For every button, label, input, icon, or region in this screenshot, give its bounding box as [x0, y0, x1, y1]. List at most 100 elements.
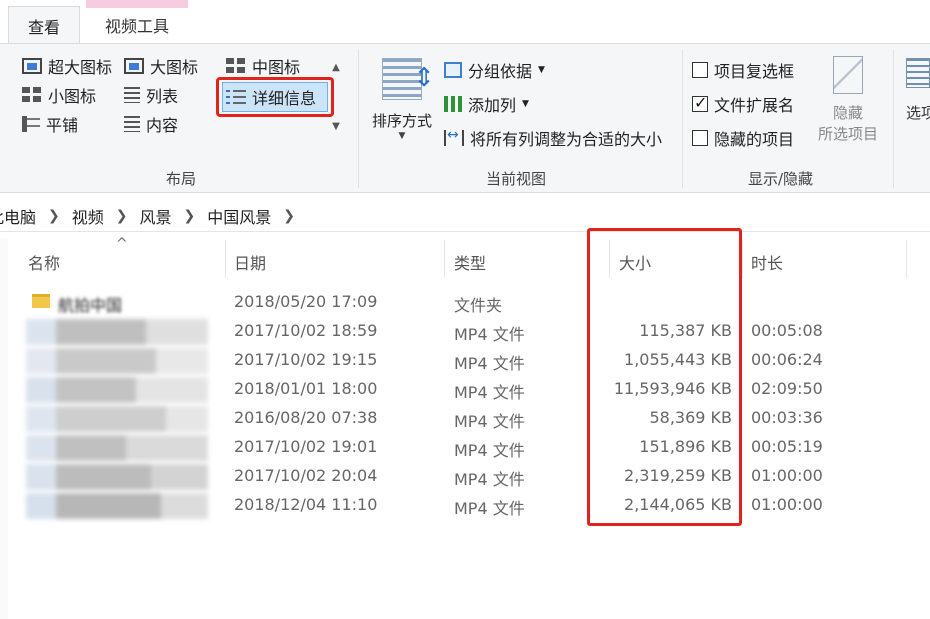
blurred-file-name [26, 377, 208, 403]
group-divider [893, 50, 894, 188]
item-checkboxes-toggle[interactable]: 项目复选框 [692, 58, 794, 82]
list-item[interactable]: 2017/10/02 19:01 MP4 文件 151,896 KB 00:05… [0, 433, 930, 462]
file-duration: 01:00:00 [751, 466, 823, 485]
extra-large-icons-icon [22, 58, 42, 74]
checkbox-icon[interactable] [692, 130, 708, 146]
file-type: MP4 文件 [454, 441, 525, 460]
layout-small-icons[interactable]: 小图标 [22, 83, 96, 107]
file-type: MP4 文件 [454, 499, 525, 518]
large-icons-icon [124, 58, 144, 74]
list-item[interactable]: 2017/10/02 19:15 MP4 文件 1,055,443 KB 00:… [0, 346, 930, 375]
file-duration: 00:03:36 [751, 408, 823, 427]
blurred-file-name [26, 348, 208, 374]
column-divider[interactable] [742, 240, 743, 278]
file-date: 2017/10/02 18:59 [234, 321, 378, 340]
breadcrumb-china-landscape[interactable]: 中国风景 [207, 204, 271, 228]
hidden-items-toggle[interactable]: 隐藏的项目 [692, 126, 794, 150]
options-icon [906, 58, 930, 88]
tiles-icon [22, 116, 40, 132]
file-duration: 00:05:19 [751, 437, 823, 456]
chevron-right-icon[interactable]: ❯ [184, 208, 196, 224]
layout-list[interactable]: 列表 [124, 83, 178, 107]
chevron-right-icon[interactable]: ❯ [48, 208, 60, 224]
column-header-duration[interactable]: 时长 [751, 250, 783, 274]
file-extensions-toggle[interactable]: 文件扩展名 [692, 92, 794, 116]
blurred-file-name [26, 493, 208, 519]
file-type: MP4 文件 [454, 354, 525, 373]
file-date: 2016/08/20 07:38 [234, 408, 378, 427]
chevron-up-icon[interactable]: ▲ [332, 62, 340, 73]
group-by-button[interactable]: 分组依据 ▼ [444, 58, 545, 82]
file-date: 2017/10/02 19:01 [234, 437, 378, 456]
file-type: MP4 文件 [454, 325, 525, 344]
column-divider[interactable] [906, 240, 907, 278]
breadcrumb-this-pc[interactable]: 此电脑 [0, 204, 36, 228]
options-label: 选项 [906, 104, 930, 122]
options-button[interactable]: 选项 [906, 58, 930, 123]
layout-item-label: 平铺 [46, 116, 79, 135]
layout-gallery-scroll[interactable]: ▲ ▼ [328, 62, 344, 132]
blurred-file-name [26, 406, 208, 432]
small-icons-icon [22, 87, 42, 103]
sort-by-label: 排序方式 [371, 112, 432, 130]
hidden-items-label: 隐藏的项目 [714, 130, 795, 149]
layout-large-icons[interactable]: 大图标 [124, 54, 198, 78]
chevron-right-icon[interactable]: ❯ [283, 208, 295, 224]
size-all-columns-button[interactable]: 将所有列调整为合适的大小 [444, 126, 662, 150]
hide-selected-icon [833, 56, 863, 94]
hide-selected-label-2: 所选项目 [817, 125, 878, 143]
tab-view[interactable]: 查看 [8, 6, 80, 44]
column-header-date[interactable]: 日期 [234, 250, 266, 274]
layout-item-label: 超大图标 [48, 58, 113, 77]
sort-ascending-icon: ^ [116, 236, 128, 252]
hide-selected-label: 隐藏 [832, 104, 863, 122]
file-name: 航拍中国 [58, 296, 123, 315]
layout-extra-large-icons[interactable]: 超大图标 [22, 54, 112, 78]
checkbox-checked-icon[interactable] [692, 93, 708, 112]
layout-item-label: 内容 [146, 116, 179, 135]
blurred-file-name [26, 319, 208, 345]
file-type: MP4 文件 [454, 412, 525, 431]
column-divider[interactable] [225, 240, 226, 278]
blurred-file-name [26, 435, 208, 461]
column-divider[interactable] [444, 240, 445, 278]
size-all-columns-label: 将所有列调整为合适的大小 [470, 130, 663, 149]
sort-by-button[interactable]: 排序方式 ▼ [366, 54, 438, 164]
hide-selected-button[interactable]: 隐藏 所选项目 [812, 56, 884, 144]
list-item[interactable]: 2018/01/01 18:00 MP4 文件 11,593,946 KB 02… [0, 375, 930, 404]
file-duration: 00:06:24 [751, 350, 823, 369]
group-divider [358, 50, 359, 188]
list-item[interactable]: 2018/12/04 11:10 MP4 文件 2,144,065 KB 01:… [0, 491, 930, 520]
chevron-down-icon[interactable]: ▼ [332, 121, 340, 132]
item-checkboxes-label: 项目复选框 [714, 62, 795, 81]
list-item[interactable]: 2017/10/02 20:04 MP4 文件 2,319,259 KB 01:… [0, 462, 930, 491]
column-header-name[interactable]: 名称 [28, 250, 60, 274]
group-by-icon [444, 62, 462, 78]
list-item[interactable]: 2016/08/20 07:38 MP4 文件 58,369 KB 00:03:… [0, 404, 930, 433]
add-columns-icon [444, 96, 462, 112]
column-header-type[interactable]: 类型 [454, 250, 486, 274]
chevron-right-icon[interactable]: ❯ [116, 208, 128, 224]
list-icon [124, 87, 140, 103]
breadcrumb-landscape[interactable]: 风景 [140, 204, 172, 228]
checkbox-icon[interactable] [692, 62, 708, 78]
layout-tiles[interactable]: 平铺 [22, 112, 78, 136]
chevron-down-icon: ▼ [538, 65, 545, 75]
layout-content[interactable]: 内容 [124, 112, 178, 136]
file-type: MP4 文件 [454, 470, 525, 489]
breadcrumb-videos[interactable]: 视频 [72, 204, 104, 228]
file-extensions-label: 文件扩展名 [714, 96, 795, 115]
file-type: 文件夹 [454, 296, 503, 315]
layout-details[interactable]: 详细信息 [226, 85, 316, 109]
show-hide-group-label: 显示/隐藏 [748, 170, 814, 188]
file-date: 2017/10/02 19:15 [234, 350, 378, 369]
group-divider [682, 50, 683, 188]
add-columns-button[interactable]: 添加列 ▼ [444, 92, 529, 116]
ribbon: 超大图标 大图标 中图标 小图标 列表 详细信息 平铺 内容 ▲ ▼ 布局 排序… [0, 43, 930, 193]
layout-group-label: 布局 [166, 170, 197, 188]
list-item[interactable]: 航拍中国 2018/05/20 17:09 文件夹 [0, 288, 930, 317]
tab-video-tools[interactable]: 视频工具 [86, 0, 188, 44]
file-type: MP4 文件 [454, 383, 525, 402]
layout-medium-icons[interactable]: 中图标 [226, 54, 300, 78]
list-item[interactable]: 2017/10/02 18:59 MP4 文件 115,387 KB 00:05… [0, 317, 930, 346]
